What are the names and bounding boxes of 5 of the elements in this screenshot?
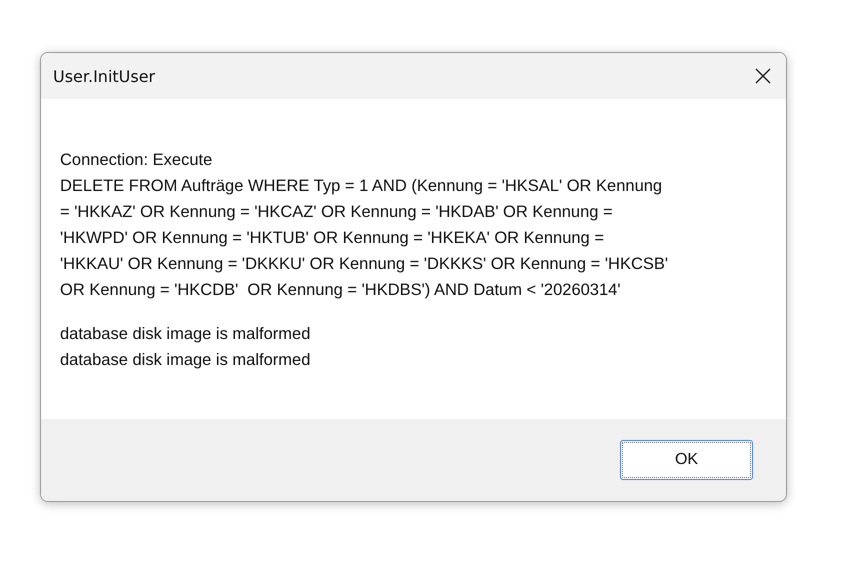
message-text: Connection: Execute DELETE FROM Aufträge WHERE Typ = 1 AND (Kennung = 'HKSAL' OR Kennung = 'HKKAZ' OR Kennung = 'HKCAZ' OR Kennung = 'HKDAB' OR Kennung = 'HKWPD' OR Kennung = 'HKTUB' OR Kennung = 'HKEKA' OR Kennung = 'HKKAU' OR Kennung = 'DKKKU' OR Kennung = 'DKKKS' OR Kennung = 'HKCSB' OR Kennung = 'HKCDB' OR Kennung = 'HKDBS') AND Datum < '20260314' — [60, 150, 670, 301]
close-icon — [755, 68, 771, 84]
ok-button[interactable]: OK — [620, 440, 753, 480]
window-title: User.InitUser — [53, 66, 156, 86]
error-text: database disk image is malformed database disk image is malformed — [60, 324, 312, 371]
